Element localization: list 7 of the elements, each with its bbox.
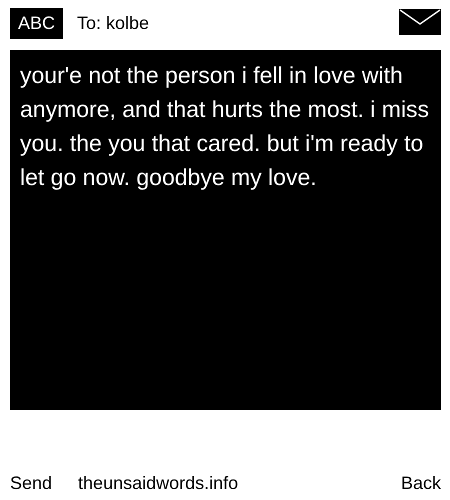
back-button[interactable]: Back	[400, 472, 441, 494]
send-button[interactable]: Send	[10, 472, 52, 494]
website-label: theunsaidwords.info	[78, 472, 238, 494]
envelope-icon	[399, 9, 441, 35]
input-mode-label: ABC	[10, 8, 64, 38]
recipient-label: To: kolbe	[77, 12, 150, 34]
message-text: your'e not the person i fell in love with anymore, and that hurts the most. i miss you. the you that cared. but i'm ready to let go now. goodbye my love.	[20, 61, 430, 192]
